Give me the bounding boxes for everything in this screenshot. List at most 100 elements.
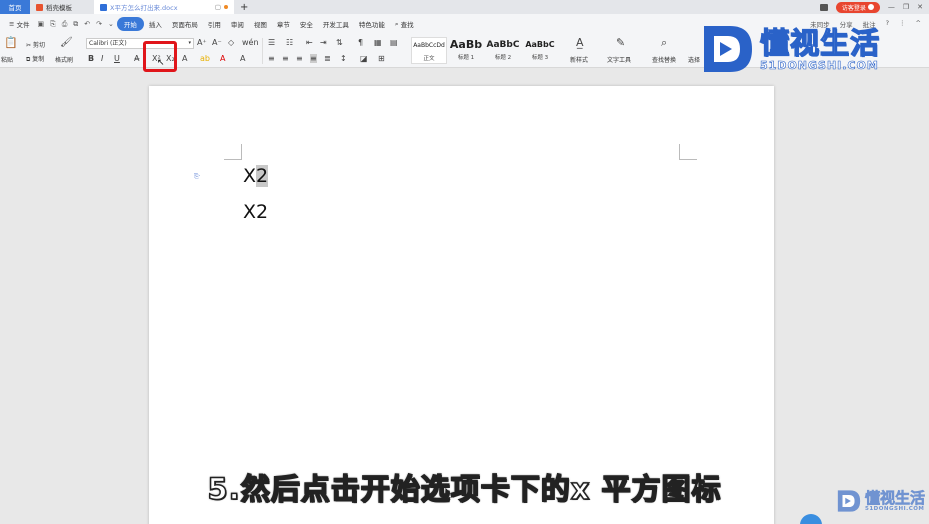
tab-document[interactable]: X平方怎么打出来.docx ▢ bbox=[94, 0, 234, 14]
cut-button[interactable]: ✂ 剪切 bbox=[26, 40, 45, 49]
clear-format-icon[interactable]: ◇ bbox=[228, 38, 234, 47]
sort-icon[interactable]: ⇅ bbox=[336, 38, 343, 47]
tab-review[interactable]: 审阅 bbox=[226, 17, 249, 31]
align-left-icon[interactable]: ≡ bbox=[268, 54, 275, 63]
decrease-indent-icon[interactable]: ⇤ bbox=[306, 38, 313, 47]
justify-icon[interactable]: ≡ bbox=[310, 54, 317, 63]
text-effect-icon[interactable]: A bbox=[182, 54, 187, 63]
instruction-caption: 5.然后点击开始选项卡下的x 平方图标 bbox=[207, 471, 722, 507]
tab-view[interactable]: 视图 bbox=[249, 17, 272, 31]
minimize-icon[interactable]: — bbox=[888, 3, 895, 11]
select-button[interactable]: 选择 bbox=[688, 55, 700, 64]
print-icon[interactable]: ⎙ bbox=[59, 20, 71, 29]
style-heading-1-label: 标题 1 bbox=[457, 55, 475, 61]
strikethrough-icon[interactable]: A̶ bbox=[134, 54, 139, 63]
logo-text: 懂视生活 51DONGSHI.COM bbox=[759, 26, 880, 72]
search-button[interactable]: ⌕ 查找 bbox=[390, 17, 419, 31]
style-heading-2[interactable]: AaBbC 标题 2 bbox=[485, 37, 521, 64]
underline-icon[interactable]: U bbox=[114, 54, 120, 63]
tab-developer[interactable]: 开发工具 bbox=[318, 17, 354, 31]
tab-restore-icon[interactable]: ▢ bbox=[215, 3, 221, 11]
show-marks-icon[interactable]: ¶ bbox=[358, 38, 363, 47]
text-tools-button[interactable]: 文字工具 bbox=[607, 55, 631, 64]
logo-watermark: 懂视生活 51DONGSHI.COM bbox=[700, 22, 880, 76]
docer-icon bbox=[36, 3, 43, 11]
login-label: 访客登录 bbox=[841, 4, 866, 12]
export-icon[interactable]: ⎘ bbox=[47, 20, 59, 29]
login-button[interactable]: 访客登录 bbox=[835, 1, 880, 13]
border-icon[interactable]: ▤ bbox=[390, 38, 398, 47]
doc-line-1[interactable]: X2 bbox=[243, 165, 269, 187]
margin-corner-top-left bbox=[224, 144, 242, 160]
file-menu[interactable]: ≡ 文件 bbox=[4, 17, 34, 31]
preview-icon[interactable]: ⧉ bbox=[70, 20, 81, 29]
tab-security[interactable]: 安全 bbox=[295, 17, 318, 31]
style-normal[interactable]: AaBbCcDd 正文 bbox=[411, 37, 447, 64]
close-icon[interactable]: ✕ bbox=[917, 3, 923, 11]
tab-chapter[interactable]: 章节 bbox=[272, 17, 295, 31]
collapse-ribbon-icon[interactable]: ^ bbox=[916, 19, 921, 29]
font-color-icon[interactable]: A bbox=[220, 54, 225, 63]
doc-line-2[interactable]: X2 bbox=[243, 201, 268, 223]
tab-home[interactable]: 首页 bbox=[0, 0, 30, 14]
format-painter-icon[interactable]: 🖌 bbox=[60, 38, 73, 48]
borders-icon[interactable]: ⊞ bbox=[378, 54, 385, 63]
help-icon[interactable]: ? bbox=[886, 19, 889, 29]
document-page[interactable]: ⎘· X2 X2 bbox=[149, 86, 774, 524]
bold-icon[interactable]: B bbox=[88, 54, 94, 63]
copy-button[interactable]: ⧉ 复制 bbox=[26, 54, 44, 64]
find-replace-icon[interactable]: ⌕ bbox=[661, 37, 667, 48]
phonetic-icon[interactable]: wén bbox=[242, 38, 259, 47]
logo-small-mark-icon bbox=[837, 490, 861, 512]
align-center-icon[interactable]: ≡ bbox=[282, 54, 289, 63]
text-tools-icon[interactable]: ✎ bbox=[616, 37, 625, 48]
numbering-icon[interactable]: ☷ bbox=[286, 38, 293, 47]
logo-domain: 51DONGSHI.COM bbox=[760, 58, 879, 72]
highlight-icon[interactable]: ab bbox=[200, 54, 210, 63]
copy-label: 复制 bbox=[32, 56, 45, 63]
grow-font-icon[interactable]: A⁺ bbox=[197, 38, 207, 47]
shrink-font-icon[interactable]: A⁻ bbox=[212, 38, 222, 47]
char-border-icon[interactable]: A bbox=[240, 54, 245, 63]
undo-icon[interactable]: ↶ bbox=[81, 20, 93, 28]
chevron-down-icon[interactable]: ⌄ bbox=[105, 20, 117, 28]
tab-features[interactable]: 特色功能 bbox=[354, 17, 390, 31]
style-heading-1[interactable]: AaBb 标题 1 bbox=[448, 37, 484, 64]
unsaved-dot-icon bbox=[224, 5, 228, 9]
shading-icon[interactable]: ◪ bbox=[360, 54, 368, 63]
assistant-bubble-icon[interactable] bbox=[800, 514, 822, 524]
doc-line-1-prefix: X bbox=[243, 165, 257, 187]
tab-insert[interactable]: 插入 bbox=[144, 17, 167, 31]
increase-indent-icon[interactable]: ⇥ bbox=[320, 38, 327, 47]
paste-button[interactable]: 粘贴 bbox=[1, 55, 13, 64]
tab-docer-templates[interactable]: 稻壳模板 bbox=[30, 0, 94, 14]
distributed-icon[interactable]: ≣ bbox=[324, 54, 331, 63]
scissors-icon: ✂ bbox=[26, 42, 32, 49]
logo-small-name: 懂视生活 bbox=[865, 489, 926, 507]
new-tab-button[interactable]: + bbox=[234, 2, 254, 13]
tab-page-layout[interactable]: 页面布局 bbox=[167, 17, 203, 31]
line-spacing-icon[interactable]: ↕ bbox=[340, 54, 347, 63]
style-normal-label: 正文 bbox=[423, 56, 435, 62]
new-style-icon[interactable]: A̲ bbox=[576, 37, 584, 48]
align-right-icon[interactable]: ≡ bbox=[296, 54, 303, 63]
italic-icon[interactable]: I bbox=[101, 54, 103, 63]
paragraph-handle-icon[interactable]: ⎘· bbox=[194, 173, 204, 181]
style-heading-3[interactable]: AaBbC 标题 3 bbox=[522, 37, 558, 64]
new-style-button[interactable]: 新样式 bbox=[570, 55, 588, 64]
bullets-icon[interactable]: ☰ bbox=[268, 38, 275, 47]
find-replace-button[interactable]: 查找替换 bbox=[652, 55, 676, 64]
tab-references[interactable]: 引用 bbox=[203, 17, 226, 31]
more-icon[interactable]: ⋮ bbox=[899, 19, 906, 29]
maximize-icon[interactable]: ❐ bbox=[903, 3, 909, 11]
paste-icon[interactable]: 📋 bbox=[4, 37, 18, 48]
word-doc-icon bbox=[100, 3, 107, 11]
table-icon[interactable]: ▦ bbox=[374, 38, 382, 47]
style-normal-sample: AaBbCcDd bbox=[413, 42, 445, 49]
window-layout-icon[interactable] bbox=[819, 3, 828, 11]
format-painter-button[interactable]: 格式刷 bbox=[55, 55, 73, 64]
tab-start[interactable]: 开始 bbox=[116, 17, 144, 31]
save-icon[interactable]: ▣ bbox=[34, 20, 47, 28]
font-name-select[interactable]: Calibri (正文) ▾ bbox=[86, 38, 194, 49]
redo-icon[interactable]: ↷ bbox=[93, 20, 105, 28]
